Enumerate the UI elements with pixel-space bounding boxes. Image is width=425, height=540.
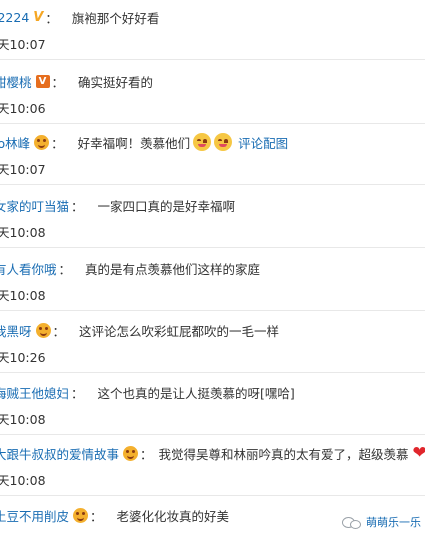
comment-item: 女家的叮当猫 ： 一家四口真的是好幸福啊 天10:08 [0,194,425,248]
comment-timestamp: 天10:08 [0,225,46,240]
watermark-text: 萌萌乐一乐 [366,516,421,529]
comment-text: 这个也真的是让人挺羡慕的呀[嘿哈] [97,385,295,401]
vip-badge-icon: V [35,74,50,88]
member-badge-icon [35,322,51,338]
smile-emoji-icon [193,133,212,151]
comment-timestamp: 天10:07 [0,162,46,177]
divider [0,59,425,60]
commenter-name[interactable]: 我黑呀 [0,321,32,340]
divider [0,247,425,248]
comment-timestamp: 天10:06 [0,101,46,116]
commenter-name[interactable]: 土豆不用削皮 [0,506,69,525]
comment-timestamp: 天10:08 [0,412,46,427]
wechat-icon [342,515,361,529]
comment-text: 确实挺好看的 [78,74,154,90]
commenter-name[interactable]: 海贼王他媳妇 [0,383,69,402]
watermark: 萌萌乐一乐 [342,514,421,530]
comment-item: l2224 V ： 旗袍那个好好看 天10:07 [0,6,425,60]
comment-item: 我黑呀 ： 这评论怎么吹彩虹屁都吹的一毛一样 天10:26 [0,319,425,373]
comment-item: 大跟牛叔叔的爱情故事 ： 我觉得吴尊和林丽吟真的太有爱了，超级羡慕 ❤ 天10:… [0,442,425,496]
comment-image-link[interactable]: 评论配图 [238,133,288,152]
comment-text: 一家四口真的是好幸福啊 [97,198,236,214]
commenter-name[interactable]: 甜樱桃 [0,72,32,91]
commenter-name[interactable]: 有人看你哦 [0,259,57,278]
comment-text: 这评论怎么吹彩虹屁都吹的一毛一样 [79,323,280,339]
comment-item: 有人看你哦 ： 真的是有点羡慕他们这样的家庭 天10:08 [0,257,425,311]
comment-timestamp: 天10:07 [0,37,46,52]
verified-badge-icon: V [33,9,44,25]
comment-timestamp: 天10:26 [0,350,46,365]
member-badge-icon [123,445,139,461]
comment-text: 老婆化化妆真的好美 [116,508,230,524]
divider [0,434,425,435]
comment-item: 海贼王他媳妇 ： 这个也真的是让人挺羡慕的呀[嘿哈] 天10:08 [0,381,425,435]
comment-timestamp: 天10:08 [0,473,46,488]
comment-item: lo林峰 ： 好幸福啊！羡慕他们 评论配图 天10:07 [0,131,425,185]
member-badge-icon [34,134,50,150]
smile-emoji-icon [214,133,233,151]
commenter-name[interactable]: l2224 [0,10,29,25]
comment-text: 我觉得吴尊和林丽吟真的太有爱了，超级羡慕 [158,446,409,462]
divider [0,495,425,496]
comment-text: 真的是有点羡慕他们这样的家庭 [85,261,261,277]
divider [0,184,425,185]
divider [0,123,425,124]
divider [0,310,425,311]
comment-text: 旗袍那个好好看 [71,10,160,26]
divider [0,372,425,373]
commenter-name[interactable]: 女家的叮当猫 [0,196,69,215]
comment-item: 甜樱桃 V ： 确实挺好看的 天10:06 [0,70,425,124]
comment-text: 好幸福啊！羡慕他们 [77,135,191,151]
member-badge-icon [73,507,89,523]
commenter-name[interactable]: lo林峰 [0,133,30,152]
commenter-name[interactable]: 大跟牛叔叔的爱情故事 [0,444,119,463]
comment-timestamp: 天10:08 [0,288,46,303]
heart-icon: ❤ [412,442,425,463]
